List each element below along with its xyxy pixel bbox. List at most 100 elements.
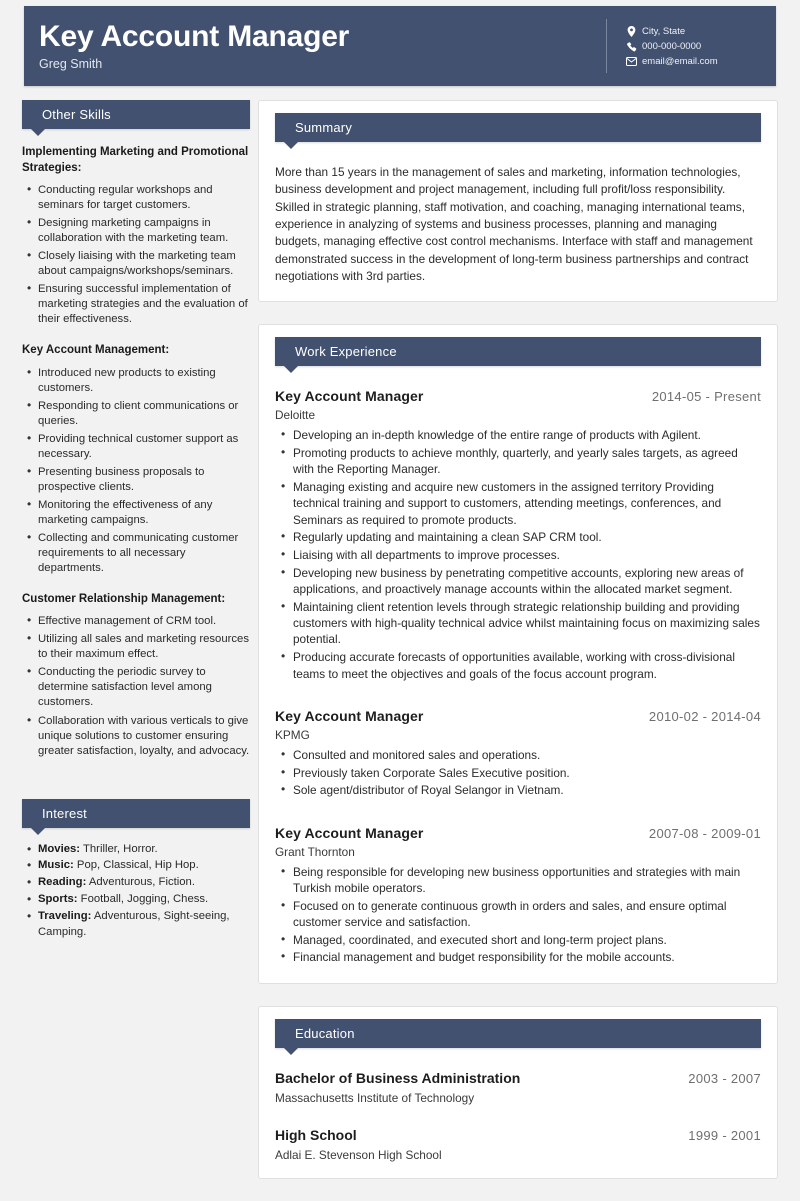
list-item: Utilizing all sales and marketing resour… bbox=[27, 631, 250, 662]
interest-list: Movies: Thriller, Horror. Music: Pop, Cl… bbox=[22, 841, 250, 941]
skill-group-title: Customer Relationship Management: bbox=[22, 592, 226, 605]
contact-block: City, State 000-000-0000 email@email.com bbox=[606, 18, 756, 74]
skill-bullet-list: Effective management of CRM tool. Utiliz… bbox=[22, 613, 250, 759]
list-item: Focused on to generate continuous growth… bbox=[281, 897, 761, 931]
list-item: Developing an in-depth knowledge of the … bbox=[281, 426, 761, 443]
list-item: Liaising with all departments to improve… bbox=[281, 546, 761, 563]
list-item: Maintaining client retention levels thro… bbox=[281, 598, 761, 648]
job-header: Key Account Manager 2014-05 - Present bbox=[275, 388, 761, 404]
contact-phone: 000-000-0000 bbox=[625, 42, 756, 52]
list-item: Developing new business by penetrating c… bbox=[281, 564, 761, 598]
list-item: Music: Pop, Classical, Hip Hop. bbox=[27, 857, 250, 874]
contact-email: email@email.com bbox=[625, 57, 756, 67]
section-header-summary: Summary bbox=[275, 113, 761, 149]
list-item: Being responsible for developing new bus… bbox=[281, 863, 761, 897]
location-pin-icon bbox=[625, 25, 638, 37]
section-header-work-experience: Work Experience bbox=[275, 337, 761, 374]
job-title: Key Account Manager bbox=[275, 707, 424, 724]
skill-group: Implementing Marketing and Promotional S… bbox=[22, 145, 250, 327]
phone-icon bbox=[625, 42, 638, 52]
section-title: Other Skills bbox=[42, 107, 111, 122]
skill-group: Key Account Management: Introduced new p… bbox=[22, 343, 250, 576]
section-summary: Summary More than 15 years in the manage… bbox=[258, 100, 778, 303]
education-header: Bachelor of Business Administration 2003… bbox=[275, 1070, 761, 1086]
interest-label: Music: bbox=[38, 859, 74, 872]
resume-header-banner: Key Account Manager Greg Smith City, Sta… bbox=[24, 6, 776, 86]
section-header-other-skills: Other Skills bbox=[22, 100, 250, 136]
header-identity: Key Account Manager Greg Smith bbox=[24, 21, 606, 71]
list-item: Managed, coordinated, and executed short… bbox=[281, 931, 761, 948]
job-bullet-list: Consulted and monitored sales and operat… bbox=[275, 746, 761, 799]
education-entry: High School 1999 - 2001 Adlai E. Stevens… bbox=[275, 1127, 761, 1162]
section-other-skills: Other Skills Implementing Marketing and … bbox=[22, 100, 250, 759]
skill-group-title: Key Account Management: bbox=[22, 344, 170, 357]
interest-value: Adventurous, Fiction. bbox=[86, 876, 195, 889]
contact-location-text: City, State bbox=[642, 25, 686, 37]
list-item: Effective management of CRM tool. bbox=[27, 613, 250, 629]
job-dates: 2014-05 - Present bbox=[651, 389, 761, 405]
list-item: Presenting business proposals to prospec… bbox=[27, 464, 250, 495]
skill-group-title: Implementing Marketing and Promotional S… bbox=[22, 146, 249, 174]
education-degree: Bachelor of Business Administration bbox=[275, 1070, 521, 1087]
list-item: Conducting regular workshops and seminar… bbox=[27, 182, 250, 213]
job-company: Grant Thornton bbox=[275, 844, 355, 859]
list-item: Closely liaising with the marketing team… bbox=[27, 248, 250, 279]
section-work-experience: Work Experience Key Account Manager 2014… bbox=[258, 324, 778, 985]
contact-email-text: email@email.com bbox=[642, 55, 718, 67]
interest-value: Football, Jogging, Chess. bbox=[77, 892, 209, 905]
skill-group: Customer Relationship Management: Effect… bbox=[22, 592, 250, 759]
interest-label: Traveling: bbox=[38, 909, 92, 922]
section-title: Summary bbox=[295, 120, 353, 135]
section-title: Work Experience bbox=[295, 344, 397, 360]
job-header: Key Account Manager 2007-08 - 2009-01 bbox=[275, 825, 761, 841]
list-item: Financial management and budget responsi… bbox=[281, 948, 761, 965]
list-item: Sports: Football, Jogging, Chess. bbox=[27, 891, 250, 908]
list-item: Managing existing and acquire new custom… bbox=[281, 478, 761, 528]
job-header: Key Account Manager 2010-02 - 2014-04 bbox=[275, 708, 761, 724]
envelope-icon bbox=[625, 57, 638, 66]
list-item: Responding to client communications or q… bbox=[27, 398, 250, 429]
list-item: Movies: Thriller, Horror. bbox=[27, 841, 250, 858]
skill-bullet-list: Introduced new products to existing cust… bbox=[22, 365, 250, 576]
list-item: Promoting products to achieve monthly, q… bbox=[281, 444, 761, 478]
job-entry: Key Account Manager 2007-08 - 2009-01 Gr… bbox=[275, 825, 761, 966]
interest-value: Pop, Classical, Hip Hop. bbox=[73, 859, 199, 872]
list-item: Providing technical customer support as … bbox=[27, 431, 250, 462]
candidate-name: Greg Smith bbox=[39, 56, 103, 71]
section-interest: Interest Movies: Thriller, Horror. Music… bbox=[22, 798, 250, 941]
section-header-education: Education bbox=[275, 1019, 761, 1056]
interest-label: Sports: bbox=[38, 892, 78, 905]
main-content: Summary More than 15 years in the manage… bbox=[258, 100, 778, 1201]
list-item: Reading: Adventurous, Fiction. bbox=[27, 874, 250, 891]
list-item: Sole agent/distributor of Royal Selangor… bbox=[281, 781, 761, 798]
list-item: Regularly updating and maintaining a cle… bbox=[281, 528, 761, 545]
list-item: Ensuring successful implementation of ma… bbox=[27, 281, 250, 327]
list-item: Traveling: Adventurous, Sight-seeing, Ca… bbox=[27, 908, 250, 941]
job-bullet-list: Being responsible for developing new bus… bbox=[275, 863, 761, 966]
education-degree: High School bbox=[275, 1127, 357, 1144]
list-item: Designing marketing campaigns in collabo… bbox=[27, 215, 250, 246]
education-dates: 2003 - 2007 bbox=[688, 1071, 761, 1087]
education-entry: Bachelor of Business Administration 2003… bbox=[275, 1070, 761, 1105]
contact-phone-text: 000-000-0000 bbox=[642, 41, 702, 52]
interest-value: Thriller, Horror. bbox=[80, 842, 158, 855]
list-item: Collecting and communicating customer re… bbox=[27, 530, 250, 576]
list-item: Producing accurate forecasts of opportun… bbox=[281, 648, 761, 682]
job-bullet-list: Developing an in-depth knowledge of the … bbox=[275, 426, 761, 682]
summary-text: More than 15 years in the management of … bbox=[275, 165, 753, 283]
list-item: Previously taken Corporate Sales Executi… bbox=[281, 764, 761, 781]
list-item: Conducting the periodic survey to determ… bbox=[27, 664, 250, 710]
list-item: Introduced new products to existing cust… bbox=[27, 365, 250, 396]
job-title: Key Account Manager bbox=[275, 824, 424, 841]
job-title: Key Account Manager bbox=[275, 388, 424, 405]
list-item: Consulted and monitored sales and operat… bbox=[281, 746, 761, 763]
interest-label: Movies: bbox=[38, 842, 81, 855]
education-school: Adlai E. Stevenson High School bbox=[275, 1148, 442, 1163]
job-dates: 2010-02 - 2014-04 bbox=[648, 708, 761, 724]
sidebar: Other Skills Implementing Marketing and … bbox=[22, 100, 250, 941]
education-header: High School 1999 - 2001 bbox=[275, 1127, 761, 1143]
skill-bullet-list: Conducting regular workshops and seminar… bbox=[22, 182, 250, 327]
page-title: Key Account Manager bbox=[39, 20, 350, 54]
list-item: Collaboration with various verticals to … bbox=[27, 712, 250, 759]
education-school: Massachusetts Institute of Technology bbox=[275, 1091, 475, 1106]
